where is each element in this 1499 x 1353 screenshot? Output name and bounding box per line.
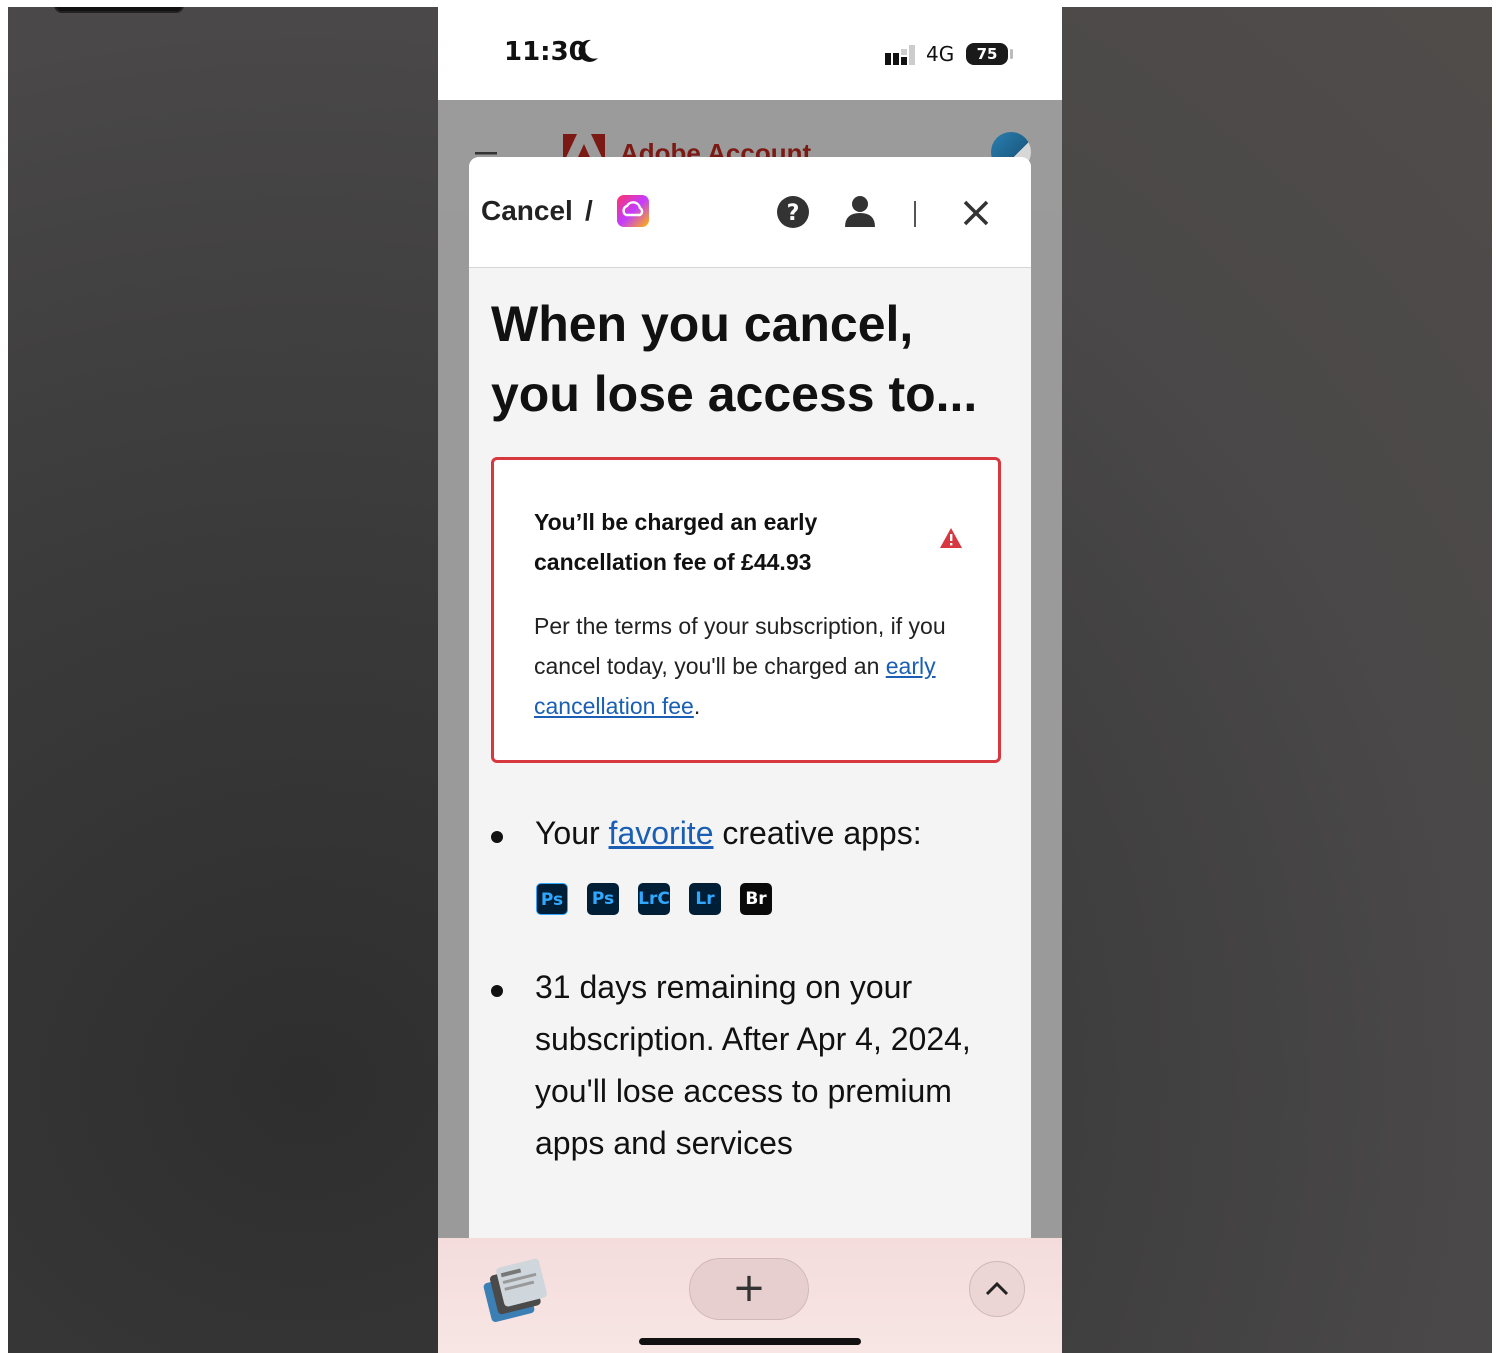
warning-title: You’ll be charged an early cancellation … [534, 509, 818, 575]
apps-suffix: creative apps: [713, 815, 922, 851]
network-type: 4G [926, 42, 955, 66]
photoshop-icon: Ps [587, 883, 619, 915]
early-fee-warning: You’ll be charged an early cancellation … [491, 457, 1001, 763]
apps-text: Your favorite creative apps: [535, 807, 1005, 859]
lightroom-classic-icon: LrC [638, 883, 670, 915]
cancel-modal: Cancel / ? When you cancel, you lose acc… [469, 157, 1031, 1353]
modal-header: Cancel / ? [469, 157, 1031, 268]
browser-toolbar: + [438, 1238, 1062, 1353]
remaining-text: 31 days remaining on your subscription. … [535, 969, 971, 1161]
moon-icon [578, 39, 598, 62]
breadcrumb-cancel[interactable]: Cancel [481, 195, 573, 227]
decorative-pill [54, 7, 184, 13]
help-icon[interactable]: ? [776, 195, 810, 229]
bridge-icon: Br [740, 883, 772, 915]
signal-icon [885, 45, 915, 65]
bullet-dot [491, 831, 503, 843]
alert-icon [940, 528, 962, 548]
user-icon[interactable] [842, 193, 878, 229]
new-tab-button[interactable]: + [689, 1258, 809, 1320]
favorite-link[interactable]: favorite [609, 815, 714, 851]
status-time: 11:30 [504, 37, 587, 67]
lightroom-icon: Lr [689, 883, 721, 915]
chevron-up-icon [985, 1281, 1009, 1296]
header-divider [914, 201, 916, 227]
breadcrumb-separator: / [585, 195, 593, 226]
phone-screen: 11:30 4G 75 Adobe Account Cancel / ? Whe… [438, 7, 1062, 1353]
photoshop-express-icon: Ps [536, 883, 568, 915]
creative-cloud-icon [617, 195, 649, 227]
bullet-dot [491, 985, 503, 997]
home-indicator [639, 1338, 861, 1345]
status-bar: 11:30 4G 75 [438, 7, 1062, 100]
battery-level: 75 [966, 43, 1008, 65]
apps-prefix: Your [535, 815, 609, 851]
svg-text:?: ? [787, 201, 800, 226]
scroll-up-button[interactable] [969, 1261, 1025, 1317]
close-icon[interactable] [961, 198, 991, 228]
warning-description: Per the terms of your subscription, if y… [534, 606, 974, 726]
page-title: When you cancel, you lose access to... [491, 296, 978, 422]
battery-cap [1010, 49, 1013, 59]
tabs-thumbnail-icon[interactable] [480, 1258, 554, 1328]
warning-desc-end: . [693, 693, 701, 719]
warning-desc-text: Per the terms of your subscription, if y… [534, 613, 946, 679]
